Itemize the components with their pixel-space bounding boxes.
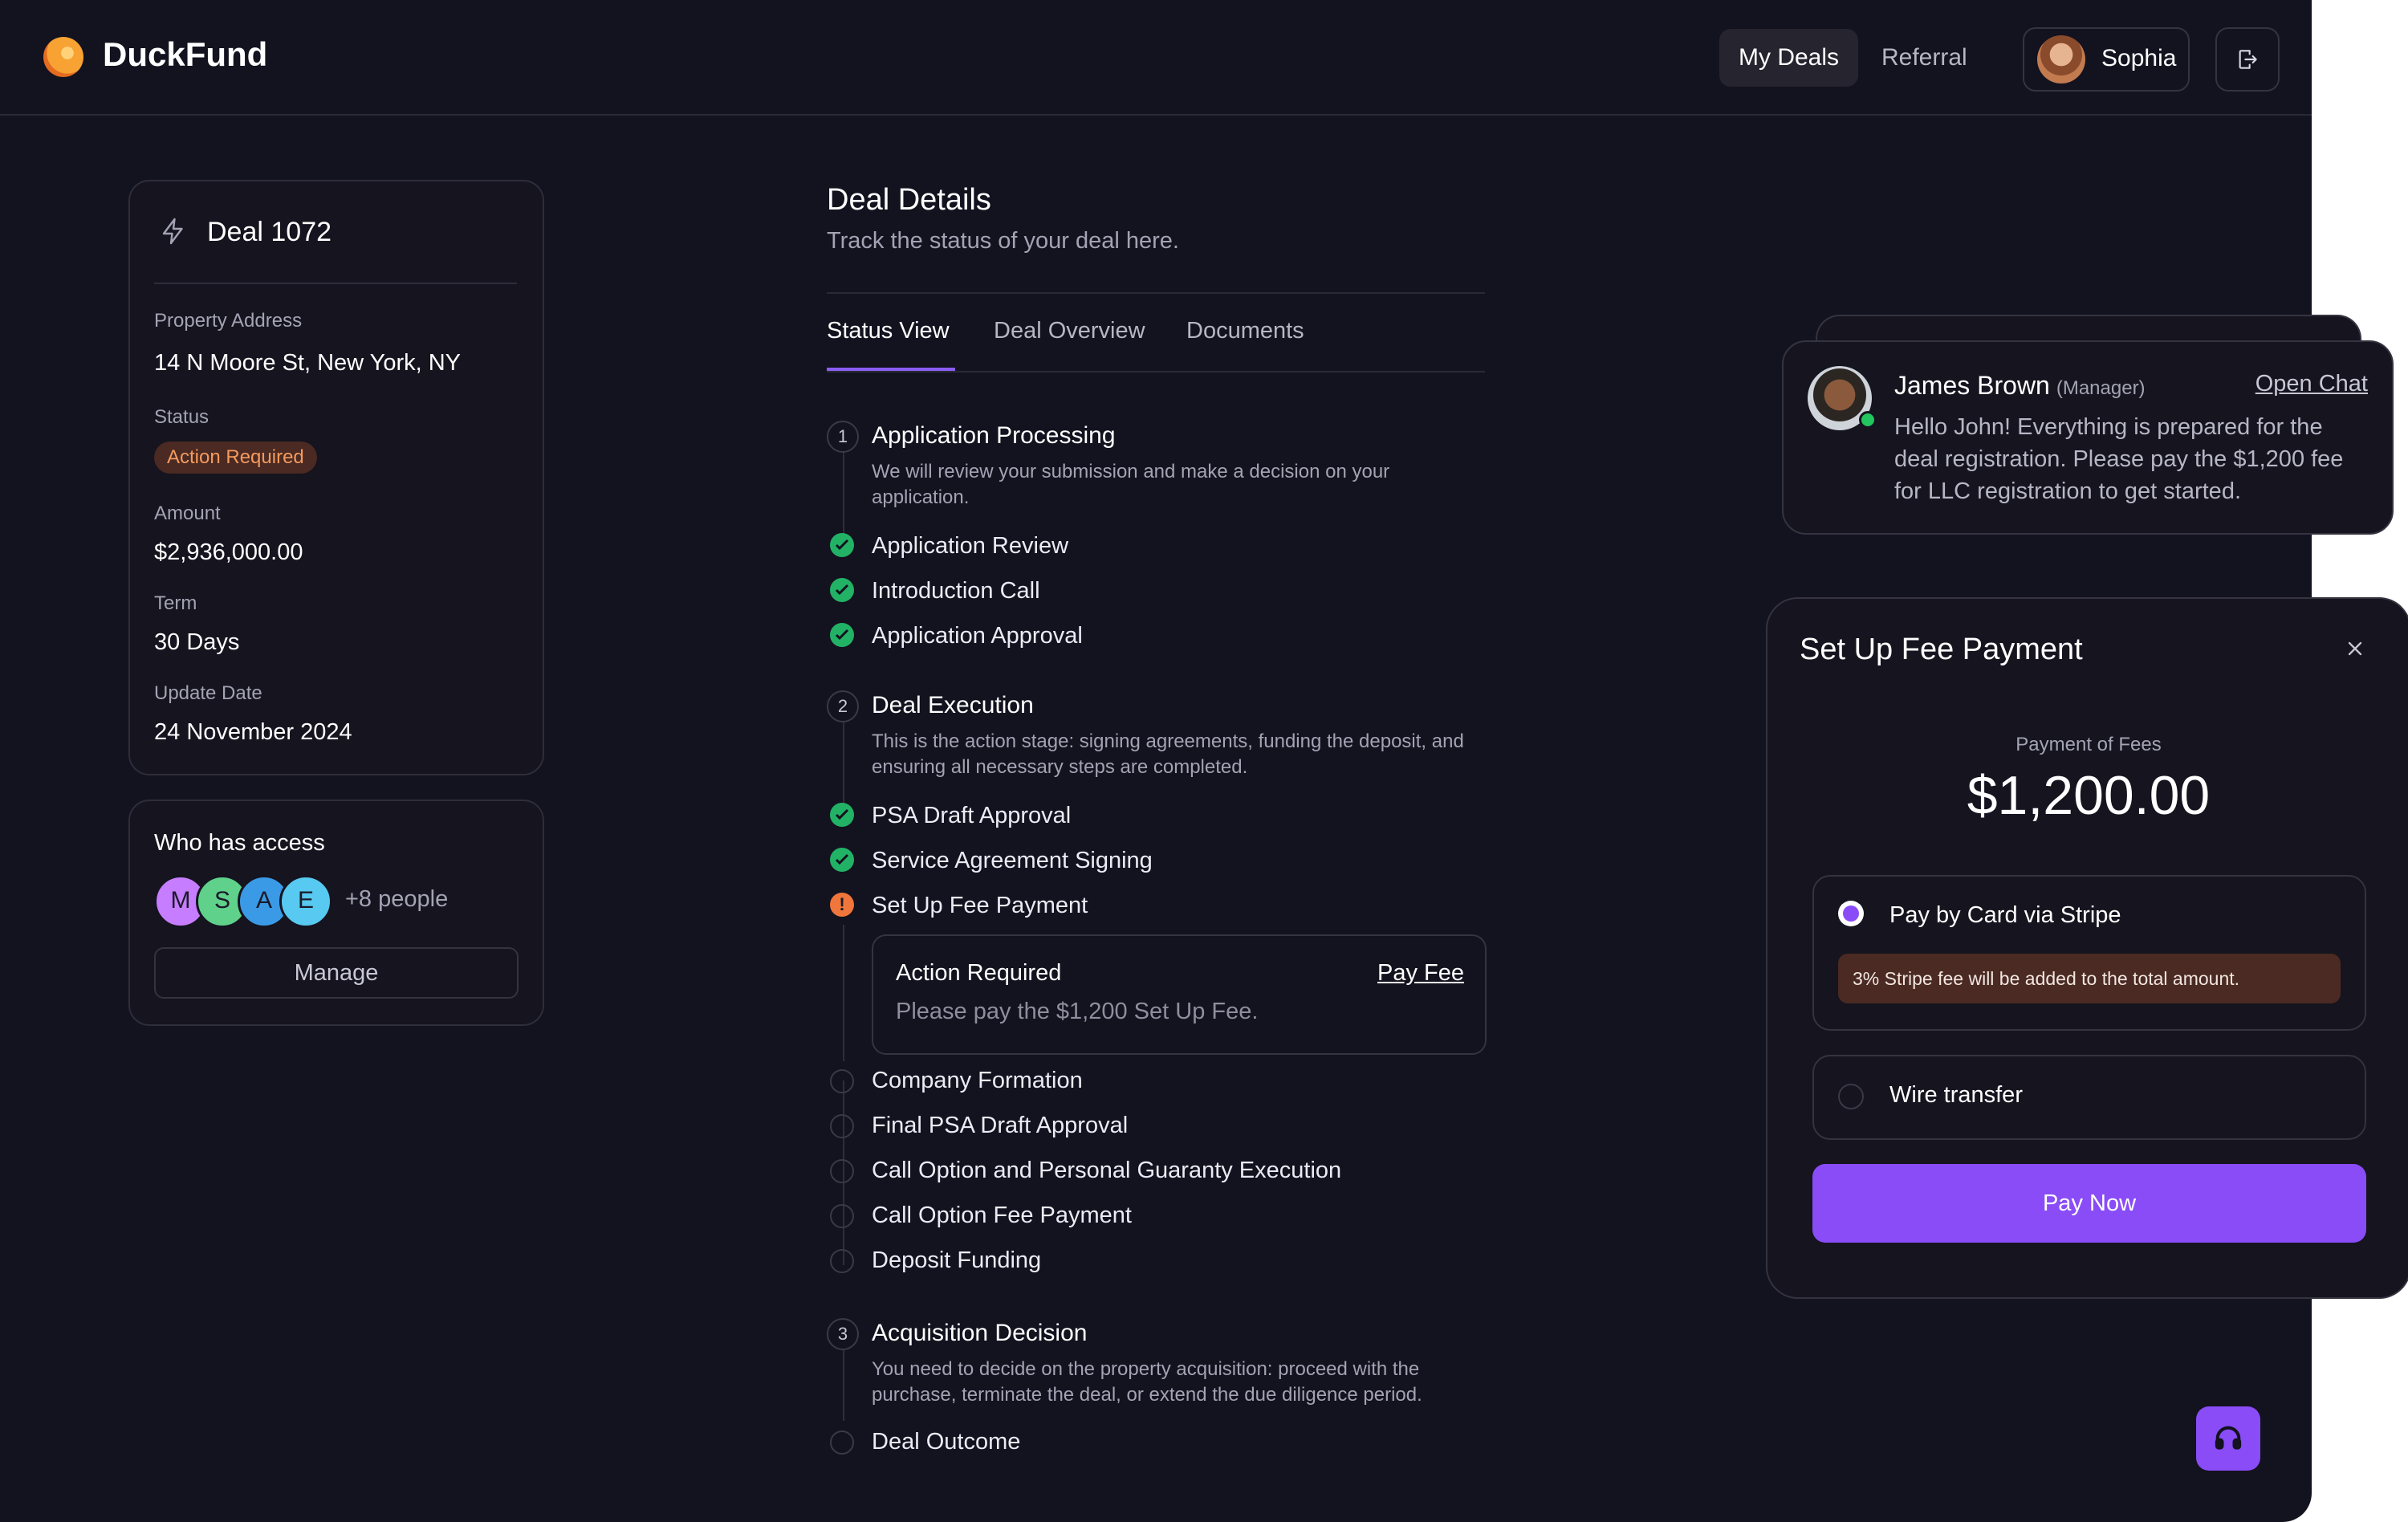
payment-modal: Set Up Fee Payment Payment of Fees $1,20… [1766,597,2408,1299]
option-label: Pay by Card via Stripe [1889,902,2121,928]
action-required-box: Action Required Please pay the $1,200 Se… [872,934,1487,1055]
radio-unselected[interactable] [1838,1084,1864,1109]
payment-option-stripe[interactable]: Pay by Card via Stripe 3% Stripe fee wil… [1812,875,2366,1031]
checklist-item: Service Agreement Signing [872,848,1153,873]
field-label-amount: Amount [154,503,221,524]
pending-circle-icon [830,1204,854,1228]
manager-name-text: James Brown [1894,371,2050,400]
checklist-item: Final PSA Draft Approval [872,1113,1129,1138]
step-description: You need to decide on the property acqui… [872,1358,1422,1406]
field-label-update-date: Update Date [154,682,262,704]
logout-icon [2239,50,2257,69]
close-icon[interactable] [2344,637,2366,660]
checklist-item: Application Review [872,533,1069,559]
check-icon [830,578,854,602]
more-people-count: +8 people [345,886,449,912]
modal-title: Set Up Fee Payment [1800,633,2083,666]
active-tab-indicator [827,368,955,371]
nav-referral[interactable]: Referral [1862,29,1987,87]
bolt-icon [162,218,183,245]
action-text: Please pay the $1,200 Set Up Fee. [896,999,1259,1024]
pending-circle-icon [830,1249,854,1273]
divider [154,283,517,284]
check-icon [830,623,854,647]
deal-summary-card: Deal 1072 Property Address 14 N Moore St… [128,180,544,775]
nav-my-deals[interactable]: My Deals [1719,29,1859,87]
manager-role: (Manager) [2056,377,2146,399]
field-value-address: 14 N Moore St, New York, NY [154,350,461,376]
manage-access-button[interactable]: Manage [154,947,519,999]
check-icon [830,848,854,872]
field-label-status: Status [154,406,209,428]
pending-circle-icon [830,1069,854,1093]
status-badge: Action Required [154,442,317,474]
tab-bar: Status View Deal Overview Documents [827,292,1485,372]
step-number: 2 [827,690,859,722]
pending-circle-icon [830,1159,854,1183]
field-value-term: 30 Days [154,629,240,655]
radio-selected[interactable] [1838,901,1864,926]
step-title: Acquisition Decision [872,1320,1088,1346]
checklist-item: PSA Draft Approval [872,803,1072,828]
step-description: This is the action stage: signing agreem… [872,730,1464,778]
field-label-address: Property Address [154,310,303,332]
support-button[interactable] [2196,1406,2260,1471]
fee-amount: $1,200.00 [1967,765,2211,826]
checklist-item: Deposit Funding [872,1247,1042,1273]
action-title: Action Required [896,960,1062,986]
logout-button[interactable] [2215,27,2280,92]
check-icon [830,533,854,557]
checklist-item: Deal Outcome [872,1429,1021,1455]
step-number: 3 [827,1318,859,1350]
headphones-icon [2215,1426,2242,1450]
checklist-item: Application Approval [872,623,1083,649]
avatar [2037,35,2085,83]
checklist-item-current: Set Up Fee Payment [872,893,1088,918]
pay-fee-link[interactable]: Pay Fee [1377,960,1464,987]
option-label: Wire transfer [1889,1082,2023,1108]
checklist-item: Company Formation [872,1068,1083,1093]
manager-chat-card: James Brown (Manager) Open Chat Hello Joh… [1782,340,2394,535]
access-card: Who has access M S A E +8 people Manage [128,800,544,1026]
field-label-term: Term [154,592,197,614]
checklist-item: Call Option Fee Payment [872,1203,1132,1228]
alert-icon: ! [830,893,854,917]
step-connector [843,1349,844,1421]
payment-option-wire[interactable]: Wire transfer [1812,1055,2366,1140]
tab-status-view[interactable]: Status View [827,318,950,344]
step-title: Deal Execution [872,692,1034,718]
deal-title: Deal 1072 [207,217,332,247]
tab-documents[interactable]: Documents [1186,318,1304,344]
step-number: 1 [827,421,859,453]
top-header: DuckFund My Deals Referral Sophia [0,0,2312,116]
duck-logo-icon [43,37,83,77]
page-subtitle: Track the status of your deal here. [827,228,1179,254]
step-connector [843,925,844,1061]
page-title: Deal Details [827,183,991,217]
step-description: We will review your submission and make … [872,461,1390,508]
tab-deal-overview[interactable]: Deal Overview [994,318,1145,344]
field-value-amount: $2,936,000.00 [154,539,303,565]
access-title: Who has access [154,830,325,856]
field-value-update-date: 24 November 2024 [154,719,352,745]
pending-circle-icon [830,1430,854,1455]
step-title: Application Processing [872,422,1116,449]
checklist-item: Call Option and Personal Guaranty Execut… [872,1158,1342,1183]
pending-circle-icon [830,1114,854,1138]
user-menu[interactable]: Sophia [2023,27,2190,92]
pay-now-button[interactable]: Pay Now [1812,1164,2366,1243]
manager-name: James Brown (Manager) [1894,371,2146,401]
online-status-icon [1859,411,1877,429]
step-connector [843,451,844,539]
check-icon [830,803,854,827]
stripe-fee-notice: 3% Stripe fee will be added to the total… [1838,954,2341,1003]
open-chat-link[interactable]: Open Chat [2255,371,2368,397]
brand-name: DuckFund [103,35,268,73]
avatar: E [279,875,332,928]
checklist-item: Introduction Call [872,578,1040,604]
fee-label: Payment of Fees [2015,734,2162,755]
chat-message: Hello John! Everything is prepared for t… [1894,414,2344,504]
user-name: Sophia [2101,45,2177,71]
step-connector [843,721,844,809]
